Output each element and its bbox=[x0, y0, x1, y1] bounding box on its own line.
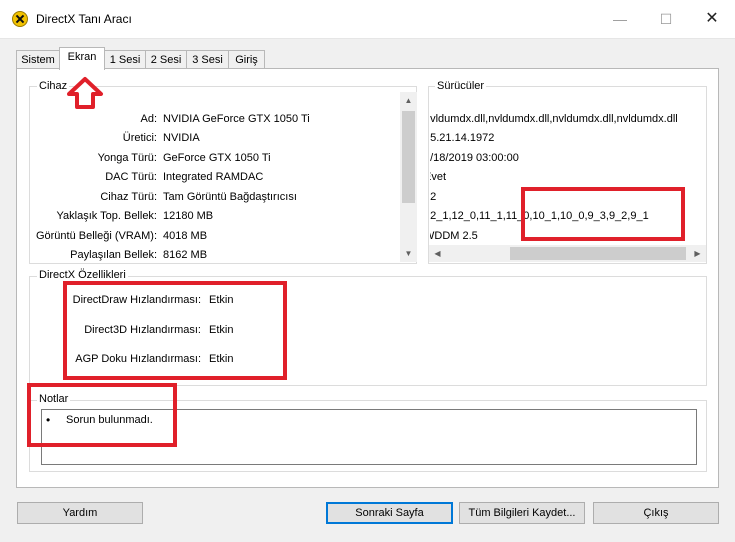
device-value-paylasilan: 8162 MB bbox=[163, 249, 208, 261]
annotation-box-directx-features bbox=[63, 281, 287, 380]
annotation-box-feature-levels bbox=[521, 187, 685, 241]
tab-giris[interactable]: Giriş bbox=[228, 50, 265, 69]
exit-button[interactable]: Çıkış bbox=[593, 502, 719, 524]
scroll-thumb[interactable] bbox=[402, 111, 415, 203]
scroll-down-icon[interactable]: ▼ bbox=[400, 245, 417, 262]
device-value-cihaz-turu: Tam Görüntü Bağdaştırıcısı bbox=[163, 191, 297, 203]
title-bar: DirectX Tanı Aracı — ☐ ✕ bbox=[0, 0, 735, 39]
device-label-cihaz-turu: Cihaz Türü: bbox=[100, 191, 157, 203]
device-value-uretici: NVIDIA bbox=[163, 132, 200, 144]
driver-value-ddi: 12 bbox=[430, 191, 437, 203]
window-title: DirectX Tanı Aracı bbox=[36, 12, 132, 26]
device-label-ad: Ad: bbox=[140, 113, 157, 125]
driver-value-files: nvldumdx.dll,nvldumdx.dll,nvldumdx.dll,n… bbox=[430, 113, 678, 125]
device-value-yonga: GeForce GTX 1050 Ti bbox=[163, 152, 271, 164]
annotation-box-notes bbox=[27, 383, 177, 447]
minimize-icon[interactable]: — bbox=[597, 0, 643, 38]
device-value-top-bellek: 12180 MB bbox=[163, 210, 214, 222]
tab-sistem[interactable]: Sistem bbox=[16, 50, 60, 69]
driver-value-whql: Evet bbox=[430, 171, 447, 183]
device-label-paylasilan: Paylaşılan Bellek: bbox=[70, 249, 157, 261]
next-page-button[interactable]: Sonraki Sayfa bbox=[326, 502, 453, 524]
close-icon[interactable]: ✕ bbox=[689, 0, 735, 38]
device-scrollbar[interactable]: ▲ ▼ bbox=[400, 92, 417, 262]
device-label-yonga: Yonga Türü: bbox=[97, 152, 157, 164]
save-all-info-button[interactable]: Tüm Bilgileri Kaydet... bbox=[459, 502, 585, 524]
scroll-up-icon[interactable]: ▲ bbox=[400, 92, 417, 109]
maximize-icon[interactable]: ☐ bbox=[643, 0, 689, 38]
device-label-uretici: Üretici: bbox=[122, 132, 157, 144]
hscroll-thumb[interactable] bbox=[510, 247, 686, 260]
drivers-group-label: Sürücüler bbox=[435, 80, 487, 93]
device-label-top-bellek: Yaklaşık Top. Bellek: bbox=[56, 210, 157, 222]
driver-value-date: 3/18/2019 03:00:00 bbox=[430, 152, 519, 164]
scroll-left-icon[interactable]: ◀ bbox=[429, 245, 446, 262]
tab-3-sesi[interactable]: 3 Sesi bbox=[186, 50, 229, 69]
annotation-arrow-icon bbox=[67, 77, 103, 109]
device-label-dac: DAC Türü: bbox=[105, 171, 157, 183]
driver-value-version: 25.21.14.1972 bbox=[430, 132, 495, 144]
tab-1-sesi[interactable]: 1 Sesi bbox=[104, 50, 146, 69]
tab-2-sesi[interactable]: 2 Sesi bbox=[145, 50, 187, 69]
drivers-hscrollbar[interactable]: ◀ ▶ bbox=[429, 245, 706, 262]
device-group-label: Cihaz bbox=[37, 80, 70, 93]
tab-ekran[interactable]: Ekran bbox=[59, 47, 105, 70]
device-value-vram: 4018 MB bbox=[163, 230, 208, 242]
help-button[interactable]: Yardım bbox=[17, 502, 143, 524]
scroll-right-icon[interactable]: ▶ bbox=[689, 245, 706, 262]
directx-icon bbox=[12, 11, 28, 27]
device-value-ad: NVIDIA GeForce GTX 1050 Ti bbox=[163, 113, 310, 125]
device-label-vram: Görüntü Belleği (VRAM): bbox=[35, 230, 157, 242]
device-value-dac: Integrated RAMDAC bbox=[163, 171, 264, 183]
driver-value-model: WDDM 2.5 bbox=[430, 230, 478, 242]
